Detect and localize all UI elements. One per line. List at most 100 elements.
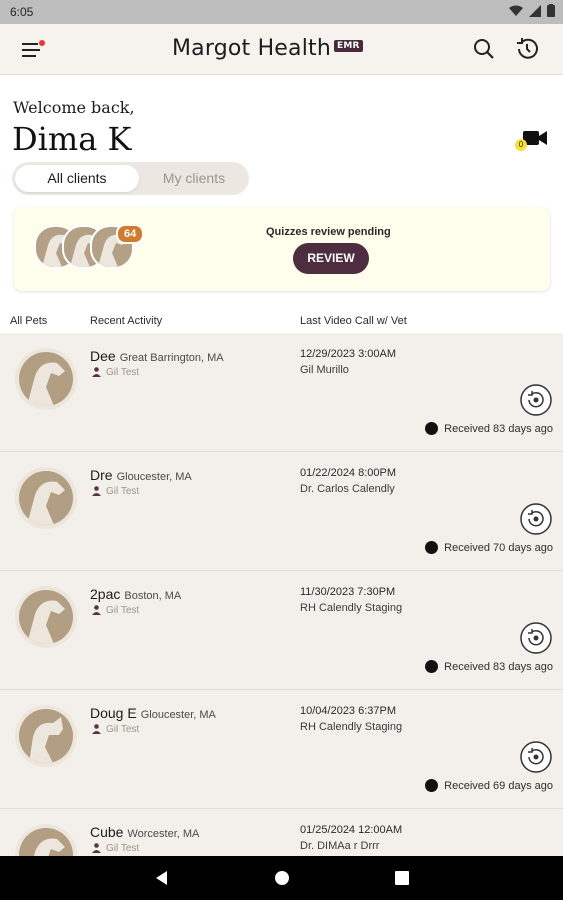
person-icon (92, 843, 101, 854)
tab-all-clients[interactable]: All clients (15, 165, 139, 192)
horse-icon (27, 481, 65, 525)
history-icon (517, 38, 538, 59)
back-icon[interactable] (154, 870, 170, 886)
pet-owner: Gil Test (92, 605, 139, 616)
owner-name: Gil Test (106, 486, 140, 497)
status-dot-icon (425, 660, 439, 673)
pet-name-line: 2pac Boston, MA (90, 586, 181, 602)
pet-location: Great Barrington, MA (119, 352, 224, 364)
received-text: Received 70 days ago (444, 541, 553, 554)
horse-icon (33, 838, 65, 856)
replay-icon (520, 622, 552, 654)
quiz-pending-text: Quizzes review pending (266, 226, 391, 238)
search-button[interactable] (473, 38, 495, 60)
owner-name: Gil Test (106, 843, 140, 854)
pet-row[interactable]: Cube Worcester, MA Gil Test 01/25/2024 12… (0, 809, 563, 856)
video-badge: 0 (515, 139, 527, 151)
call-date: 11/30/2023 7:30PM (300, 586, 396, 598)
replay-button[interactable] (519, 740, 553, 774)
person-icon (92, 605, 101, 616)
status-time: 6:05 (10, 5, 34, 19)
vet-name: Gil Murillo (300, 364, 349, 376)
owner-name: Gil Test (106, 724, 140, 735)
search-icon (474, 39, 494, 59)
welcome-text: Welcome back, (13, 98, 135, 117)
replay-icon (520, 503, 552, 535)
person-icon (92, 724, 101, 735)
replay-button[interactable] (519, 621, 553, 655)
pet-name: Cube (90, 824, 124, 840)
pet-avatar (15, 467, 77, 529)
emr-badge: EMR (334, 40, 363, 52)
pet-row[interactable]: Dre Gloucester, MA Gil Test 01/22/2024 8:… (0, 452, 563, 571)
header-recent-activity: Recent Activity (90, 315, 163, 327)
pet-name-line: Cube Worcester, MA (90, 824, 199, 840)
vet-name: RH Calendly Staging (300, 602, 403, 614)
dog-icon (29, 717, 63, 763)
pet-owner: Gil Test (92, 486, 139, 497)
pet-location: Gloucester, MA (116, 471, 192, 483)
pet-avatar (15, 824, 77, 856)
received-status: Received 83 days ago (425, 422, 553, 435)
horse-icon (27, 600, 65, 644)
brand-name: Margot Health (172, 36, 332, 61)
tab-my-clients[interactable]: My clients (142, 165, 246, 192)
signal-icon (529, 4, 541, 17)
pet-name-line: Doug E Gloucester, MA (90, 705, 216, 721)
pet-location: Worcester, MA (127, 828, 200, 840)
history-button[interactable] (515, 37, 539, 61)
received-status: Received 69 days ago (425, 779, 553, 792)
header-last-video-call: Last Video Call w/ Vet (300, 315, 407, 327)
pet-row[interactable]: Doug E Gloucester, MA Gil Test 10/04/2023… (0, 690, 563, 809)
pet-owner: Gil Test (92, 367, 139, 378)
pet-avatar (15, 705, 77, 767)
status-dot-icon (425, 422, 439, 435)
received-status: Received 83 days ago (425, 660, 553, 673)
received-status: Received 70 days ago (425, 541, 553, 554)
system-nav-bar (0, 856, 563, 900)
pet-name: Doug E (90, 705, 137, 721)
horse-icon (27, 362, 65, 406)
recents-icon[interactable] (395, 871, 409, 885)
pet-row[interactable]: Dee Great Barrington, MA Gil Test 12/29/2… (0, 333, 563, 452)
battery-icon (547, 4, 555, 17)
review-button[interactable]: REVIEW (293, 243, 369, 274)
pet-avatar (15, 586, 77, 648)
replay-icon (520, 741, 552, 773)
replay-button[interactable] (519, 383, 553, 417)
header-all-pets: All Pets (10, 315, 48, 327)
person-icon (92, 367, 101, 378)
pet-location: Gloucester, MA (140, 709, 216, 721)
call-date: 10/04/2023 6:37PM (300, 705, 397, 717)
app-title: Margot Health EMR (172, 36, 363, 61)
pet-list: Dee Great Barrington, MA Gil Test 12/29/2… (0, 333, 563, 856)
menu-icon (22, 40, 45, 57)
person-icon (92, 486, 101, 497)
pet-name-line: Dee Great Barrington, MA (90, 348, 224, 364)
quiz-count-badge: 64 (116, 224, 145, 244)
owner-name: Gil Test (106, 605, 140, 616)
replay-icon (520, 384, 552, 416)
replay-button[interactable] (519, 502, 553, 536)
status-dot-icon (425, 541, 439, 554)
status-dot-icon (425, 779, 439, 792)
received-text: Received 69 days ago (444, 779, 553, 792)
pet-name-line: Dre Gloucester, MA (90, 467, 192, 483)
quiz-review-card: 64 Quizzes review pending REVIEW (14, 207, 550, 291)
wifi-icon (509, 5, 523, 16)
pet-row[interactable]: 2pac Boston, MA Gil Test 11/30/2023 7:30P… (0, 571, 563, 690)
user-name: Dima K (12, 120, 132, 158)
vet-name: RH Calendly Staging (300, 721, 403, 733)
pet-name: Dee (90, 348, 116, 364)
received-text: Received 83 days ago (444, 660, 553, 673)
call-date: 01/22/2024 8:00PM (300, 467, 397, 479)
home-icon[interactable] (274, 870, 290, 886)
pet-avatar (15, 348, 77, 410)
pet-name: 2pac (90, 586, 121, 602)
menu-button[interactable] (22, 40, 46, 60)
call-date: 12/29/2023 3:00AM (300, 348, 397, 360)
video-call-button[interactable]: 0 (515, 128, 549, 154)
pet-owner: Gil Test (92, 843, 139, 854)
status-icons (509, 4, 555, 17)
status-bar: 6:05 (0, 0, 563, 24)
